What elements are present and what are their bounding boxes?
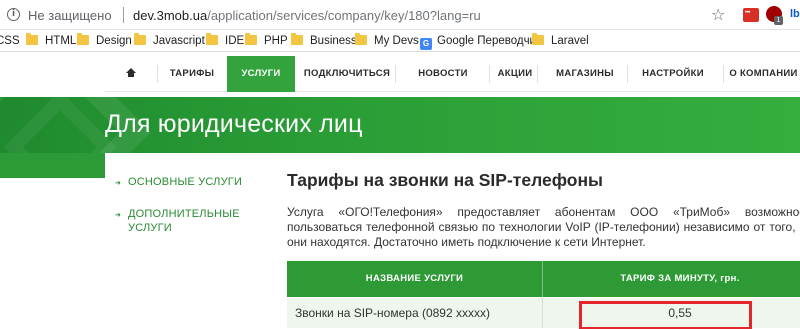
nav-separator xyxy=(537,65,538,83)
left-green-band xyxy=(0,153,105,178)
bookmarks-bar: CSS HTML Design Javascript IDE PHP Busin… xyxy=(0,30,800,52)
main-nav: ТАРИФЫ УСЛУГИ ПОДКЛЮЧИТЬСЯ НОВОСТИ АКЦИИ… xyxy=(105,56,800,92)
bookmark-google-translate[interactable]: G Google Переводчик xyxy=(420,33,541,50)
nav-separator xyxy=(723,65,724,83)
bookmark-ide[interactable]: IDE xyxy=(206,33,244,49)
nav-separator xyxy=(395,65,396,83)
nav-item-services[interactable]: УСЛУГИ xyxy=(227,56,295,92)
url-separator xyxy=(123,7,124,23)
bookmark-html[interactable]: HTML xyxy=(26,33,76,49)
folder-icon xyxy=(26,33,38,45)
home-icon xyxy=(126,68,136,77)
folder-icon xyxy=(532,33,544,45)
bookmark-design[interactable]: Design xyxy=(77,33,132,49)
bookmark-star-icon[interactable]: ☆ xyxy=(711,5,725,24)
extension-badge: 1 xyxy=(774,16,783,25)
arrow-right-icon: ➜ xyxy=(115,212,122,219)
nav-home[interactable] xyxy=(113,56,149,92)
google-translate-icon: G xyxy=(420,38,432,50)
url-text[interactable]: dev.3mob.ua/application/services/company… xyxy=(133,8,481,23)
extension-lb-icon[interactable]: lb xyxy=(790,8,800,20)
folder-icon xyxy=(355,33,367,45)
nav-item-stores[interactable]: МАГАЗИНЫ xyxy=(545,56,625,92)
folder-icon xyxy=(134,33,146,45)
main-content: Тарифы на звонки на SIP-телефоны Услуга … xyxy=(270,153,800,329)
folder-icon xyxy=(291,33,303,45)
info-icon[interactable]: i xyxy=(7,8,20,21)
bookmark-my-devs[interactable]: My Devs xyxy=(355,33,419,49)
nav-item-settings[interactable]: НАСТРОЙКИ xyxy=(628,56,718,92)
arrow-right-icon: ➜ xyxy=(115,180,122,187)
address-bar[interactable]: i Не защищено dev.3mob.ua/application/se… xyxy=(0,0,800,30)
bookmark-javascript[interactable]: Javascript xyxy=(134,33,205,49)
hero-title: Для юридических лиц xyxy=(105,110,363,138)
nav-item-promotions[interactable]: АКЦИИ xyxy=(475,56,555,92)
bookmark-laravel[interactable]: Laravel xyxy=(532,33,589,49)
service-name-cell: Звонки на SIP-номера (0892 xxxxx) xyxy=(295,306,490,320)
sidebar-item-additional-services[interactable]: ➜ ДОПОЛНИТЕЛЬНЫЕ УСЛУГИ xyxy=(115,207,240,235)
security-status[interactable]: Не защищено xyxy=(28,8,112,23)
header-price-per-minute: ТАРИФ ЗА МИНУТУ, грн. xyxy=(620,273,740,284)
extension-icon[interactable] xyxy=(743,8,759,22)
folder-icon xyxy=(245,33,257,45)
highlight-box xyxy=(579,301,752,329)
table-header: НАЗВАНИЕ УСЛУГИ ТАРИФ ЗА МИНУТУ, грн. xyxy=(287,261,800,297)
nav-item-about[interactable]: О КОМПАНИИ xyxy=(727,56,800,92)
hero-banner: Для юридических лиц xyxy=(0,97,800,153)
page-title: Тарифы на звонки на SIP-телефоны xyxy=(287,170,603,190)
nav-item-connect[interactable]: ПОДКЛЮЧИТЬСЯ xyxy=(301,56,393,92)
folder-icon xyxy=(206,33,218,45)
folder-icon xyxy=(77,33,89,45)
bookmark-css[interactable]: CSS xyxy=(0,33,20,49)
bookmark-business[interactable]: Business xyxy=(291,33,357,49)
web-page: Для юридических лиц ТАРИФЫ УСЛУГИ ПОДКЛЮ… xyxy=(0,53,800,329)
sidebar: ➜ ОСНОВНЫЕ УСЛУГИ ➜ ДОПОЛНИТЕЛЬНЫЕ УСЛУГ… xyxy=(105,153,265,329)
nav-item-tariffs[interactable]: ТАРИФЫ xyxy=(157,56,227,92)
bookmark-php[interactable]: PHP xyxy=(245,33,288,49)
header-service-name: НАЗВАНИЕ УСЛУГИ xyxy=(365,273,464,284)
sidebar-item-main-services[interactable]: ➜ ОСНОВНЫЕ УСЛУГИ xyxy=(115,175,242,189)
description-text: Услуга «ОГО!Телефония» предоставляет або… xyxy=(287,205,800,249)
